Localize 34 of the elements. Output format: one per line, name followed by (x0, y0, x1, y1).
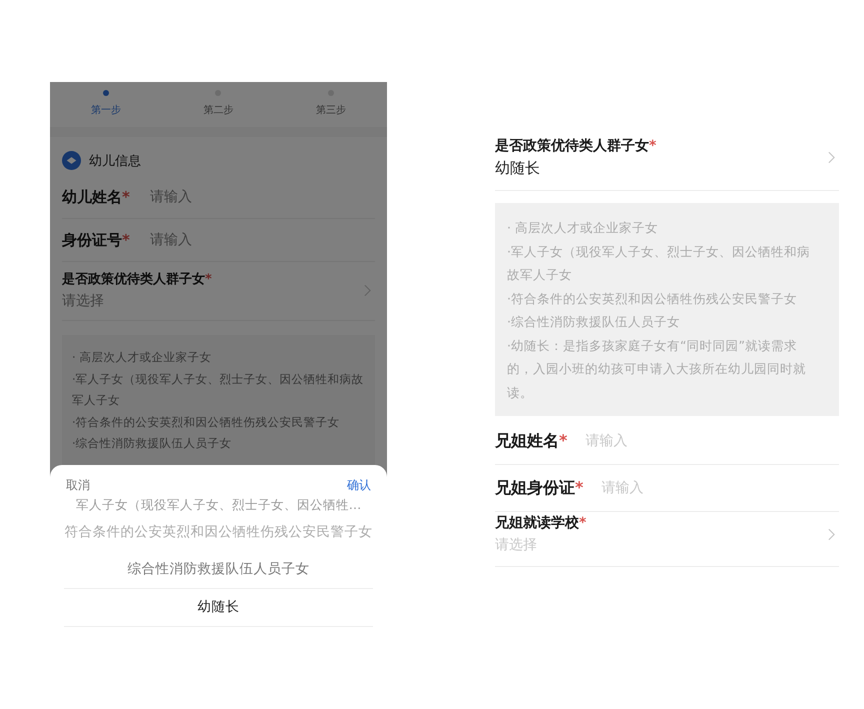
field-label: 是否政策优待类人群子女* (495, 137, 656, 155)
step-tab[interactable]: 第二步 (203, 103, 234, 117)
field-label: 兄姐姓名* (495, 430, 568, 452)
note-text: ·符合条件的公安英烈和因公牺牲伤残公安民警子女 (72, 414, 341, 430)
chevron-icon (828, 151, 835, 164)
note-text: · 高层次人才或企业家子女 (507, 219, 659, 237)
select-value[interactable]: 幼随长 (495, 159, 656, 178)
field-label: 幼儿姓名* (62, 188, 131, 206)
note-text: ·符合条件的公安英烈和因公牺牲伤残公安民警子女 (507, 290, 798, 308)
section-icon (62, 151, 81, 170)
input-field[interactable]: 请输入 (150, 232, 300, 248)
field-label: 是否政策优待类人群子女* (62, 271, 212, 288)
picker-option[interactable]: 军人子女（现役军人子女、烈士子女、因公牺牲… (64, 496, 373, 514)
input-field[interactable]: 请输入 (150, 189, 300, 205)
section-title: 幼儿信息 (89, 152, 141, 170)
note-text: ·军人子女（现役军人子女、烈士子女、因公牺牲和病故军人子女 (507, 242, 811, 284)
chevron-icon (828, 528, 835, 540)
note-text: ·军人子女（现役军人子女、烈士子女、因公牺牲和病故军人子女 (72, 370, 365, 409)
picker-option[interactable]: 符合条件的公安英烈和因公牺牲伤残公安民警子女 (64, 514, 373, 551)
chevron-icon (364, 284, 371, 296)
note-text: ·幼随长：是指多孩家庭子女有“同时同园”就读需求的，入园小班的幼孩可申请入大孩所在幼儿园同时就读。 (507, 336, 807, 402)
step-tab[interactable]: 第三步 (316, 103, 346, 117)
cancel-button[interactable]: 取消 (64, 475, 92, 496)
note-text: · 高层次人才或企业家子女 (72, 349, 212, 366)
field-label: 身份证号* (62, 230, 131, 250)
note-text: ·综合性消防救援队伍人员子女 (72, 435, 233, 452)
confirm-button[interactable]: 确认 (345, 475, 373, 496)
select-field[interactable]: 请选择 (62, 292, 212, 310)
picker-option[interactable]: 综合性消防救援队伍人员子女 (64, 551, 373, 588)
note-text: ·综合性消防救援队伍人员子女 (507, 313, 681, 331)
field-label: 兄姐就读学校* (495, 514, 586, 532)
field-label: 兄姐身份证* (495, 478, 584, 498)
picker-option[interactable]: 幼随长 (64, 588, 373, 627)
step-tab[interactable]: 第一步 (91, 103, 122, 117)
